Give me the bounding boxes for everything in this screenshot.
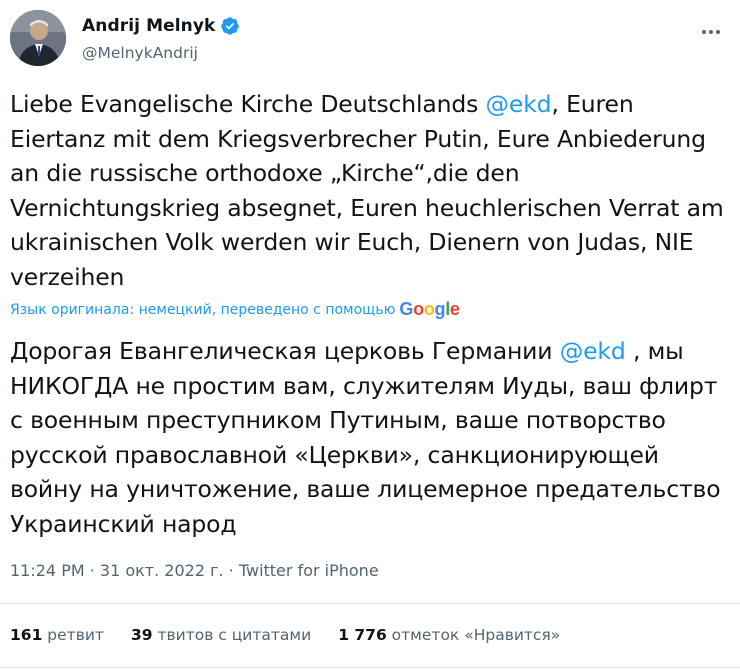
quotes-label: твитов с цитатами <box>157 626 312 644</box>
mention-link[interactable]: @ekd <box>486 90 552 118</box>
more-options-button[interactable] <box>694 20 728 44</box>
quotes-count: 39 <box>130 626 153 644</box>
translation-note-text: Язык оригинала: немецкий, переведено с п… <box>10 301 396 318</box>
likes-stat[interactable]: 1 776 отметок «Нравится» <box>338 626 560 644</box>
translation-note[interactable]: Язык оригинала: немецкий, переведено с п… <box>10 299 460 320</box>
likes-label: отметок «Нравится» <box>391 626 561 644</box>
tweet-meta[interactable]: 11:24 PM · 31 окт. 2022 г. · Twitter for… <box>10 561 379 580</box>
google-logo: Google <box>399 299 460 319</box>
tweet-header: Andrij Melnyk @MelnykAndrij <box>10 10 730 70</box>
author-handle[interactable]: @MelnykAndrij <box>82 44 198 62</box>
avatar[interactable] <box>10 10 66 66</box>
retweets-label: ретвит <box>47 626 104 644</box>
retweets-stat[interactable]: 161 ретвит <box>10 626 104 644</box>
mention-link[interactable]: @ekd <box>560 337 626 365</box>
more-dot-icon <box>709 30 713 34</box>
tweet-original-text: Liebe Evangelische Kirche Deutschlands @… <box>10 87 728 294</box>
tweet-stats: 161 ретвит 39 твитов с цитатами 1 776 от… <box>10 626 587 644</box>
divider <box>0 667 740 668</box>
tweet-translated-text: Дорогая Евангелическая церковь Германии … <box>10 334 728 541</box>
likes-count: 1 776 <box>338 626 387 644</box>
original-text-part: , Euren Eiertanz mit dem Kriegsverbreche… <box>10 90 724 291</box>
avatar-image <box>10 10 66 66</box>
more-dot-icon <box>702 30 706 34</box>
quotes-stat[interactable]: 39 твитов с цитатами <box>131 626 311 644</box>
translated-text-part: , мы НИКОГДА не простим вам, служителям … <box>10 337 721 538</box>
translated-text-part: Дорогая Евангелическая церковь Германии <box>10 337 560 365</box>
retweets-count: 161 <box>10 626 43 644</box>
original-text-part: Liebe Evangelische Kirche Deutschlands <box>10 90 486 118</box>
divider <box>0 603 740 604</box>
author-name[interactable]: Andrij Melnyk <box>82 16 215 36</box>
verified-badge-icon <box>221 17 240 35</box>
more-dot-icon <box>716 30 720 34</box>
